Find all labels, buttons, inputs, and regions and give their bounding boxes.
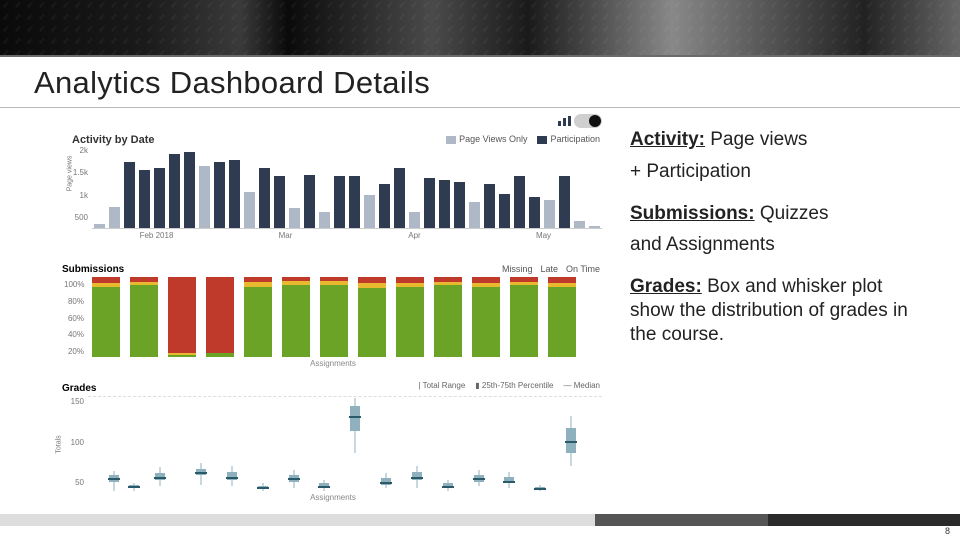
submission-bar: [206, 277, 234, 357]
grades-xlabel: Assignments: [58, 493, 608, 502]
activity-bar: [514, 176, 525, 228]
grades-ylabel: Totals: [56, 435, 63, 453]
activity-bar: [109, 207, 120, 228]
submission-bar: [282, 277, 310, 357]
activity-desc-2: + Participation: [630, 160, 928, 184]
submission-bar: [320, 277, 348, 357]
title-row: Analytics Dashboard Details: [0, 57, 960, 108]
activity-bar: [124, 162, 135, 228]
submissions-desc: Submissions: Quizzes: [630, 202, 928, 226]
submissions-chart: Submissions Missing Late On Time 100%80%…: [58, 258, 608, 377]
activity-bar: [319, 212, 330, 228]
activity-bar: [394, 168, 405, 228]
submission-bar: [168, 277, 196, 357]
activity-bar: [529, 197, 540, 228]
activity-bar: [259, 168, 270, 228]
submission-bar: [472, 277, 500, 357]
activity-bar: [289, 208, 300, 228]
submissions-legend: Missing Late On Time: [502, 264, 600, 274]
grades-chart: Grades | Total Range ▮ 25th-75th Percent…: [58, 379, 608, 511]
submission-bar: [92, 277, 120, 357]
activity-desc: Activity: Page views: [630, 128, 928, 152]
activity-plot: [92, 148, 602, 229]
activity-bar: [484, 184, 495, 228]
grades-plot: [88, 396, 602, 491]
activity-bar: [379, 184, 390, 228]
activity-xaxis: Feb 2018MarAprMay: [92, 229, 608, 240]
activity-chart: Activity by Date Page Views Only Partici…: [58, 120, 608, 256]
activity-bar: [439, 180, 450, 228]
activity-bar: [334, 176, 345, 228]
activity-bar: [199, 166, 210, 228]
activity-bar: [454, 182, 465, 228]
description-column: Activity: Page views + Participation Sub…: [608, 120, 940, 513]
submission-bar: [244, 277, 272, 357]
submission-bar: [358, 277, 386, 357]
activity-bar: [139, 170, 150, 228]
decorative-header-band: [0, 0, 960, 55]
activity-bar: [229, 160, 240, 228]
activity-bar: [154, 168, 165, 228]
submission-bar: [548, 277, 576, 357]
activity-bar: [544, 200, 555, 228]
submission-bar: [396, 277, 424, 357]
activity-bar: [214, 162, 225, 228]
activity-bar: [424, 178, 435, 228]
activity-yaxis: 2k1.5k1k500: [70, 146, 88, 222]
activity-legend: Page Views Only Participation: [446, 134, 600, 144]
activity-bar: [364, 195, 375, 228]
chart-view-toggle[interactable]: [574, 114, 602, 128]
submissions-xlabel: Assignments: [58, 359, 608, 368]
charts-column: Activity by Date Page Views Only Partici…: [58, 120, 608, 513]
grades-legend: | Total Range ▮ 25th-75th Percentile — M…: [418, 381, 600, 390]
footer-band: [0, 514, 960, 526]
submission-bar: [130, 277, 158, 357]
submissions-yaxis: 100%80%60%40%20%: [64, 280, 84, 356]
activity-bar: [349, 176, 360, 228]
activity-bar: [244, 192, 255, 228]
activity-bar: [469, 202, 480, 228]
grades-desc: Grades: Box and whisker plot show the di…: [630, 275, 928, 346]
submissions-plot: [88, 277, 602, 357]
submissions-desc-2: and Assignments: [630, 233, 928, 257]
activity-bar: [589, 226, 600, 228]
page-title: Analytics Dashboard Details: [34, 65, 926, 101]
activity-bar: [169, 154, 180, 228]
activity-bar: [274, 176, 285, 228]
activity-bar: [559, 176, 570, 228]
activity-bar: [574, 221, 585, 228]
activity-bar: [94, 224, 105, 228]
activity-bar: [499, 194, 510, 228]
bar-chart-icon: [558, 116, 572, 126]
activity-bar: [184, 152, 195, 228]
submission-bar: [510, 277, 538, 357]
page-number: 8: [945, 526, 950, 536]
submission-bar: [434, 277, 462, 357]
activity-bar: [304, 175, 315, 228]
grades-yaxis: 15010050: [64, 397, 84, 487]
activity-bar: [409, 212, 420, 228]
